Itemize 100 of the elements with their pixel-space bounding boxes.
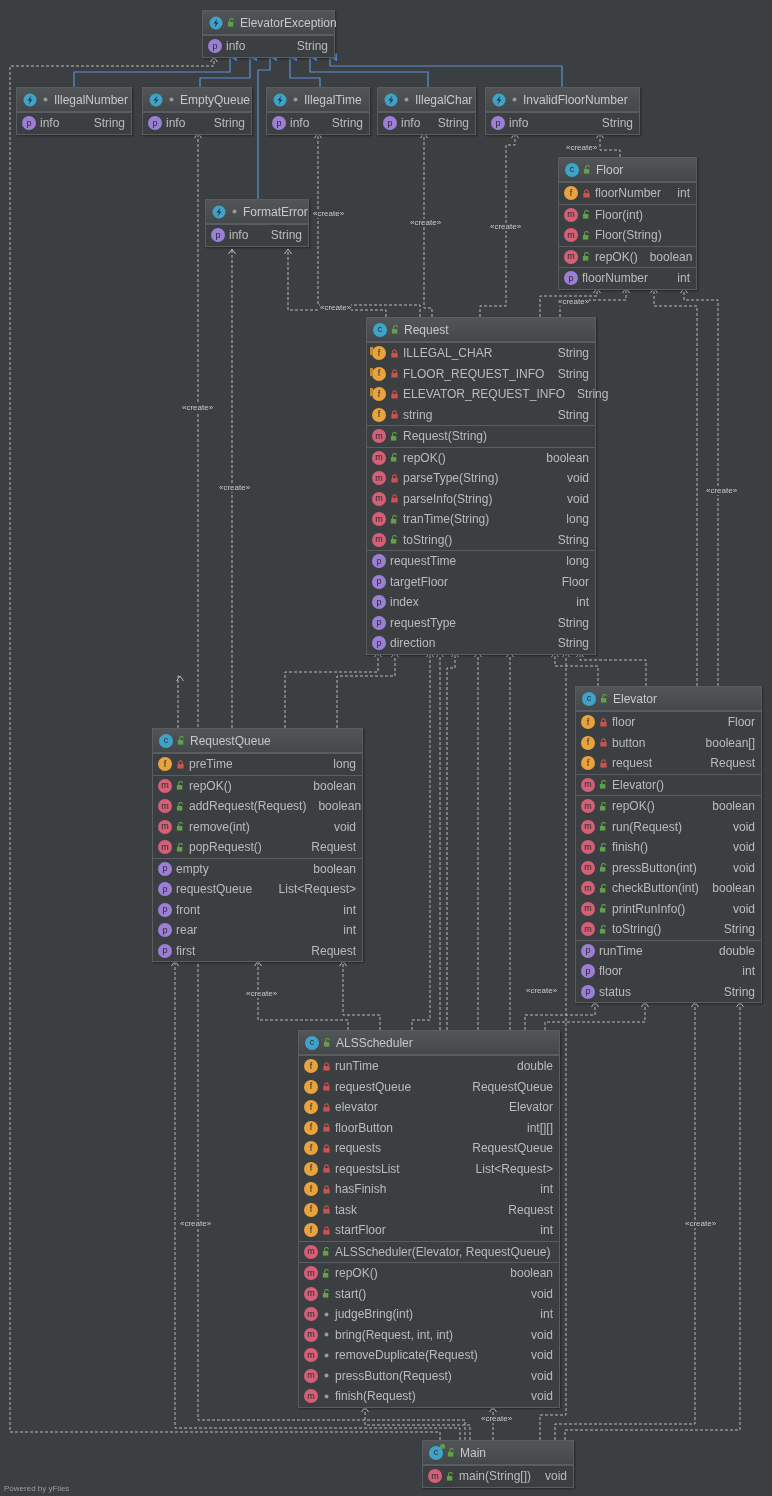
member-type: boolean [712, 799, 755, 814]
member-name: judgeBring(int) [335, 1307, 415, 1322]
member-type-badge: p [383, 116, 397, 131]
create-label: «create» [566, 144, 598, 152]
member-type-badge: f [304, 1100, 318, 1115]
member-type-badge: p [158, 882, 172, 897]
member-type-badge: m [372, 429, 386, 444]
member-type-badge: p [211, 228, 225, 243]
member-type: RequestQueue [472, 1079, 553, 1094]
member-name: elevator [335, 1100, 379, 1115]
create-label: «create» [182, 404, 214, 412]
exception-class-icon [492, 92, 506, 107]
member-type: void [531, 1389, 553, 1404]
member-type: void [531, 1348, 553, 1363]
member-name: front [176, 902, 201, 917]
member-type-badge: m [304, 1307, 318, 1322]
member-type-badge: m [372, 512, 386, 527]
member-name: requestType [390, 615, 458, 630]
exception-class-icon [273, 92, 287, 107]
member-name: runTime [599, 943, 644, 958]
member-type-badge: m [304, 1266, 318, 1281]
member-type-badge: m [581, 901, 595, 916]
member-type: void [531, 1286, 553, 1301]
member-name: floor [599, 964, 624, 979]
member-name: requestQueue [335, 1079, 413, 1094]
member-name: status [599, 984, 632, 999]
member-type-badge: p [372, 554, 386, 569]
member-name: request [612, 756, 654, 771]
member-name: direction [390, 636, 437, 651]
member-type: List<Request> [278, 882, 356, 897]
member-type-badge: m [372, 532, 386, 547]
class-icon: c [373, 322, 387, 337]
member-type: void [545, 1469, 567, 1484]
member-name: first [176, 943, 197, 958]
member-type-badge: m [158, 778, 172, 793]
member-type-badge: m [581, 799, 595, 814]
member-name: info [229, 228, 250, 243]
class-name: IllegalNumber [54, 92, 129, 107]
member-type-badge: p [581, 964, 595, 979]
member-type-badge: p [372, 636, 386, 651]
create-label: «create» [685, 1220, 717, 1228]
member-type-badge: f [372, 407, 386, 422]
class-name: RequestQueue [190, 733, 271, 748]
member-type: void [334, 819, 356, 834]
class-name: Request [404, 322, 449, 337]
member-type-badge: f [581, 756, 595, 771]
member-name: ILLEGAL_CHAR [403, 346, 494, 361]
member-name: Floor(String) [595, 228, 663, 243]
member-type: int [540, 1307, 553, 1322]
member-type-badge: f [372, 346, 386, 361]
member-type-badge: m [158, 799, 172, 814]
footer-credit: Powered by yFiles [4, 1484, 70, 1493]
member-name: startFloor [335, 1223, 387, 1238]
member-name: finish(Request) [335, 1389, 417, 1404]
member-name: remove(int) [189, 819, 251, 834]
member-type: void [733, 840, 755, 855]
member-name: repOK() [189, 778, 233, 793]
member-type: boolean [313, 778, 356, 793]
member-type: int [677, 271, 690, 286]
member-type-badge: f [304, 1141, 318, 1156]
member-name: pressButton(Request) [335, 1368, 453, 1383]
member-type: List<Request> [475, 1161, 553, 1176]
member-type: String [270, 228, 302, 243]
member-type: String [723, 984, 755, 999]
member-name: rear [176, 923, 199, 938]
member-name: empty [176, 861, 210, 876]
member-type: String [437, 116, 469, 131]
member-type-badge: m [564, 207, 578, 222]
member-type-badge: f [581, 715, 595, 730]
member-type: void [733, 901, 755, 916]
member-type-badge: f [304, 1079, 318, 1094]
class-icon: c [159, 733, 173, 748]
member-type: Elevator [508, 1100, 553, 1115]
class-icon: c [429, 1445, 443, 1460]
create-label: «create» [313, 210, 345, 218]
member-type-badge: m [564, 249, 578, 264]
member-type: int [576, 595, 589, 610]
member-name: finish() [612, 840, 649, 855]
member-name: bring(Request, int, int) [335, 1327, 455, 1342]
member-name: preTime [189, 757, 234, 772]
member-name: floorButton [335, 1120, 395, 1135]
member-type-badge: m [581, 777, 595, 792]
member-name: toString() [403, 532, 454, 547]
member-type-badge: m [304, 1368, 318, 1383]
member-type: String [557, 407, 589, 422]
member-type: void [567, 491, 589, 506]
member-type: boolean [318, 799, 362, 814]
member-type: int [343, 902, 356, 917]
member-type-badge: f [564, 186, 578, 201]
member-name: requestsList [335, 1161, 401, 1176]
create-label: «create» [320, 304, 352, 312]
member-type: String [557, 615, 589, 630]
class-name: ElevatorException [240, 15, 337, 30]
member-type: boolean [649, 249, 693, 264]
member-type: int[][] [527, 1120, 553, 1135]
member-name: string [403, 407, 434, 422]
member-type: boolean [313, 861, 356, 876]
member-name: repOK() [612, 799, 656, 814]
member-type: long [566, 512, 589, 527]
member-type: String [723, 922, 755, 937]
